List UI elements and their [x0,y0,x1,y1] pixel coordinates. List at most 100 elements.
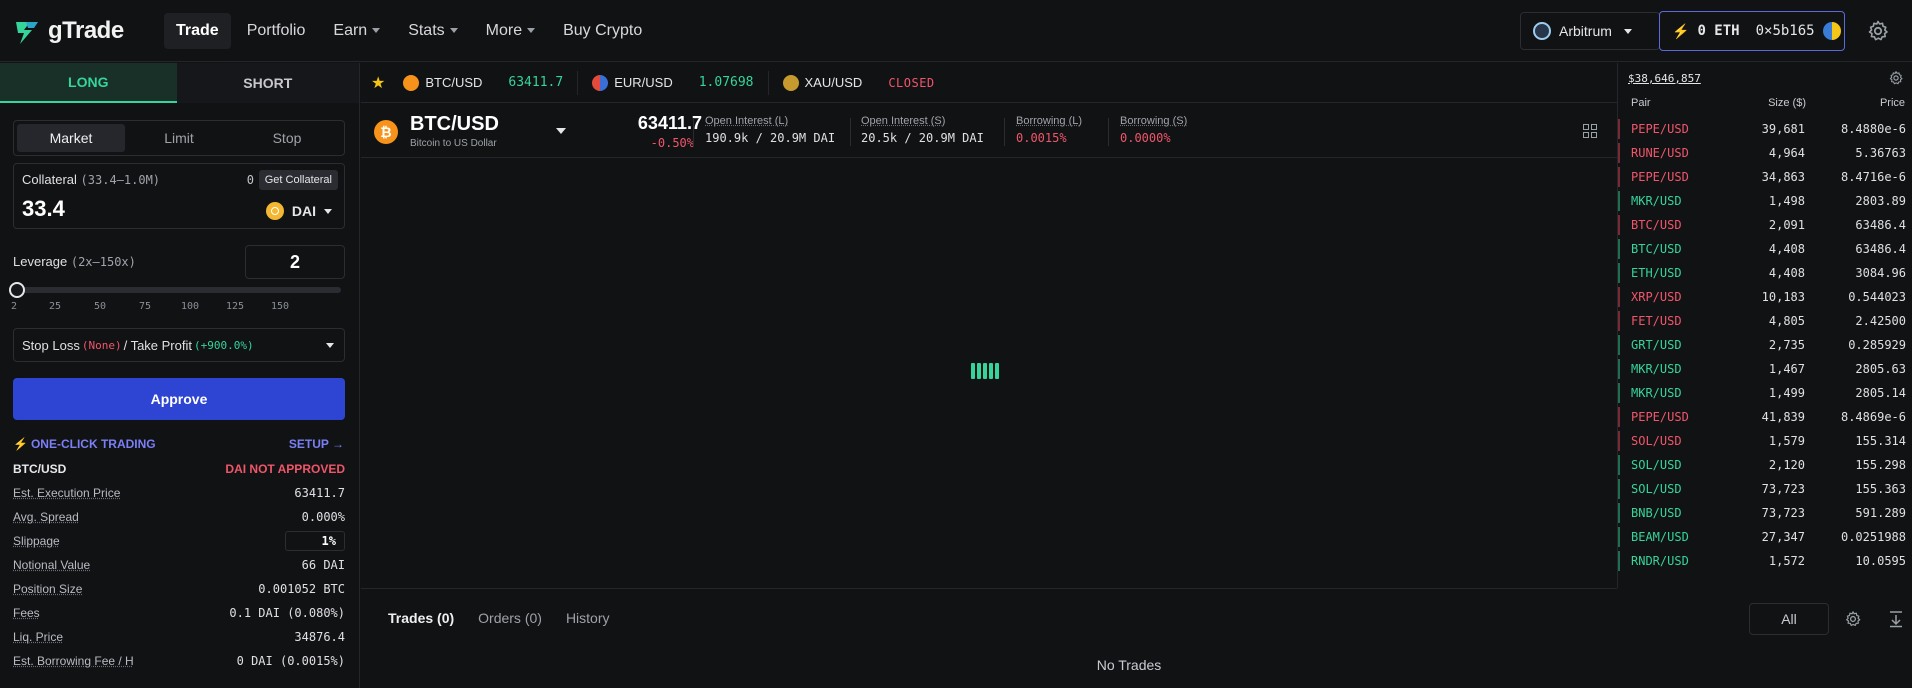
settings-gear-icon[interactable] [1888,70,1904,86]
filter-all-button[interactable]: All [1749,603,1829,635]
pair-selector-chevron-icon[interactable] [556,128,566,134]
trade-pair: MKR/USD [1631,386,1682,400]
info-row: Fees 0.1 DAI (0.080%) [13,601,345,625]
stat-label[interactable]: Borrowing (S) [1120,115,1187,127]
side-indicator [1618,167,1620,187]
table-row[interactable]: SOL/USD 73,723 155.363 [1618,477,1912,501]
info-row-pair: BTC/USD DAI NOT APPROVED [13,457,345,481]
leverage-slider-handle[interactable] [9,282,25,298]
nav-item-label: Buy Crypto [563,21,643,39]
tab-market[interactable]: Market [17,124,125,152]
tab-history[interactable]: History [566,610,610,626]
collateral-token-selector[interactable]: DAI [265,202,332,220]
logo[interactable]: gTrade [12,16,152,46]
nav-item-portfolio[interactable]: Portfolio [235,13,318,49]
info-label[interactable]: Avg. Spread [13,510,79,524]
xau-coin-icon [782,74,799,91]
nav-item-earn[interactable]: Earn [321,13,392,49]
setup-link[interactable]: SETUP → [289,437,344,451]
stat-label[interactable]: Open Interest (S) [861,115,984,127]
lightning-icon: ⚡ [13,437,28,451]
order-type-tabs: Market Limit Stop [13,120,345,156]
tab-short[interactable]: SHORT [176,63,359,103]
trade-size: 39,681 [1761,122,1805,136]
tab-long[interactable]: LONG [0,63,177,103]
wallet-address: 0×5b165 [1755,23,1815,39]
leverage-slider-track[interactable] [17,287,341,293]
stop-loss-value: (None) [81,338,122,352]
info-label[interactable]: Notional Value [13,558,90,572]
stop-loss-label: Stop Loss [22,337,80,353]
network-selector[interactable]: Arbitrum [1520,12,1660,50]
stat-borrowing-l: Borrowing (L) 0.0015% [1016,115,1082,145]
pair-name[interactable]: BTC/USD [410,113,499,136]
leverage-tick-label: 75 [138,301,152,312]
info-label[interactable]: Slippage [13,534,60,548]
table-row[interactable]: RUNE/USD 4,964 5.36763 [1618,141,1912,165]
approve-button[interactable]: Approve [13,378,345,420]
ticker-item-btc-usd[interactable]: BTC/USD 63411.7 [389,70,579,95]
table-row[interactable]: BTC/USD 4,408 63486.4 [1618,237,1912,261]
collateral-input[interactable]: 33.4 [22,196,65,222]
trade-size: 1,498 [1768,194,1805,208]
long-short-tabs: LONG SHORT [0,63,359,103]
ticker-item-xau-usd[interactable]: XAU/USD CLOSED [769,71,949,95]
nav-item-stats[interactable]: Stats [396,13,469,49]
info-row: Liq. Price 34876.4 [13,625,345,649]
leverage-tick-label: 150 [270,301,290,312]
table-row[interactable]: MKR/USD 1,498 2803.89 [1618,189,1912,213]
leverage-tick-label: 25 [48,301,62,312]
ticker-symbol: XAU/USD [804,75,863,90]
tab-orders[interactable]: Orders (0) [478,610,542,626]
slippage-input[interactable]: 1% [285,531,345,551]
leverage-input[interactable]: 2 [245,245,345,279]
one-click-trading-label[interactable]: ⚡ ONE-CLICK TRADING [13,437,156,451]
nav-item-more[interactable]: More [474,13,547,49]
tab-stop[interactable]: Stop [233,124,341,152]
settings-gear-icon[interactable] [1866,19,1890,43]
wallet-balance: 0 ETH [1697,23,1740,39]
table-row[interactable]: FET/USD 4,805 2.42500 [1618,309,1912,333]
positions-tabs: Trades (0) Orders (0) History [388,610,610,626]
collapse-panel-icon[interactable] [1888,610,1904,628]
table-row[interactable]: BNB/USD 73,723 591.289 [1618,501,1912,525]
table-row[interactable]: BEAM/USD 27,347 0.0251988 [1618,525,1912,549]
wallet-button[interactable]: ⚡ 0 ETH 0×5b165 [1659,11,1845,51]
ticker-item-eur-usd[interactable]: EUR/USD 1.07698 [578,70,769,95]
info-label[interactable]: Est. Execution Price [13,486,120,500]
table-row[interactable]: MKR/USD 1,467 2805.63 [1618,357,1912,381]
table-row[interactable]: BTC/USD 2,091 63486.4 [1618,213,1912,237]
settings-gear-icon[interactable] [1844,610,1862,628]
info-label[interactable]: Est. Borrowing Fee / H [13,654,134,668]
table-row[interactable]: GRT/USD 2,735 0.285929 [1618,333,1912,357]
table-row[interactable]: XRP/USD 10,183 0.544023 [1618,285,1912,309]
nav-item-trade[interactable]: Trade [164,12,231,49]
stat-label[interactable]: Open Interest (L) [705,115,835,127]
table-row[interactable]: RNDR/USD 1,572 10.0595 [1618,549,1912,573]
table-row[interactable]: PEPE/USD 34,863 8.4716e-6 [1618,165,1912,189]
table-row[interactable]: PEPE/USD 41,839 8.4869e-6 [1618,405,1912,429]
nav-item-buy-crypto[interactable]: Buy Crypto [551,13,654,49]
layout-grid-icon[interactable] [1583,124,1597,138]
table-row[interactable]: PEPE/USD 39,681 8.4880e-6 [1618,117,1912,141]
trade-pair: MKR/USD [1631,362,1682,376]
table-row[interactable]: SOL/USD 2,120 155.298 [1618,453,1912,477]
trade-size: 34,863 [1761,170,1805,184]
get-collateral-button[interactable]: Get Collateral [258,170,338,190]
trade-price: 2.42500 [1855,314,1906,328]
tab-limit[interactable]: Limit [125,124,233,152]
tab-trades[interactable]: Trades (0) [388,610,454,626]
table-row[interactable]: ETH/USD 4,408 3084.96 [1618,261,1912,285]
info-label[interactable]: Position Size [13,582,82,596]
star-icon[interactable]: ★ [371,73,385,93]
table-row[interactable]: SOL/USD 1,579 155.314 [1618,429,1912,453]
table-row[interactable]: MKR/USD 1,499 2805.14 [1618,381,1912,405]
divider [693,118,694,146]
info-label[interactable]: Fees [13,606,40,620]
sl-tp-dropdown[interactable]: Stop Loss (None) / Take Profit (+900.0%) [13,328,345,362]
info-value: 0.1 DAI (0.080%) [229,606,345,620]
stat-label[interactable]: Borrowing (L) [1016,115,1082,127]
chevron-down-icon [527,28,536,33]
side-indicator [1618,503,1620,523]
info-label[interactable]: Liq. Price [13,630,63,644]
